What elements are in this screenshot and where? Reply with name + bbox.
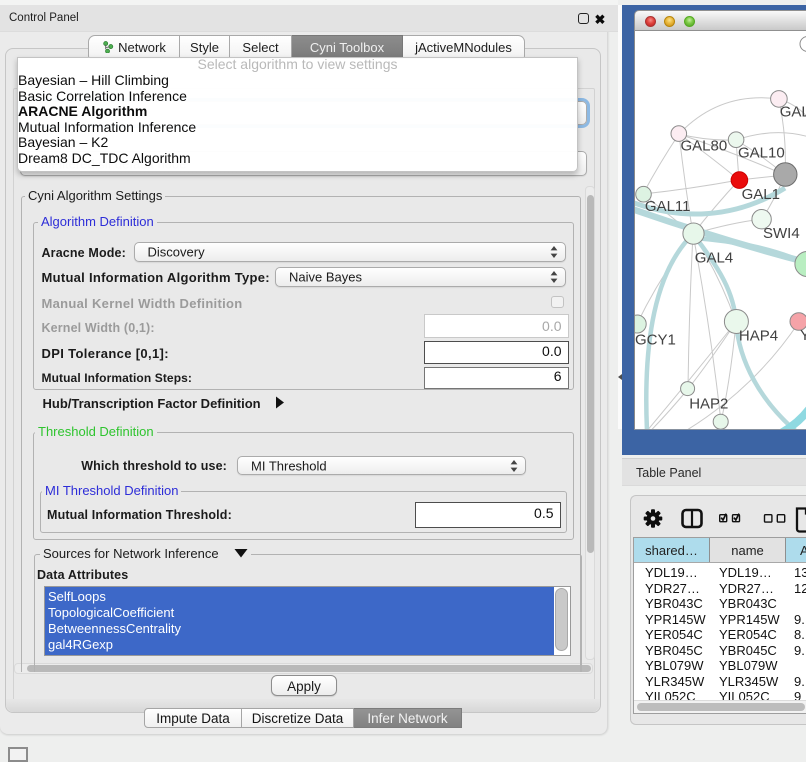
svg-text:GAL4: GAL4 [695, 250, 733, 267]
svg-text:GAL80: GAL80 [681, 137, 728, 154]
svg-text:GAL1: GAL1 [742, 186, 780, 203]
svg-text:Y: Y [800, 327, 806, 344]
svg-text:GCY1: GCY1 [635, 332, 676, 349]
svg-text:SWI4: SWI4 [763, 225, 800, 242]
svg-text:GAL7: GAL7 [780, 103, 806, 120]
svg-text:HAP4: HAP4 [739, 327, 778, 344]
svg-text:HAP2: HAP2 [689, 395, 728, 412]
svg-text:GAL10: GAL10 [738, 144, 785, 161]
svg-text:GAL11: GAL11 [645, 198, 691, 215]
